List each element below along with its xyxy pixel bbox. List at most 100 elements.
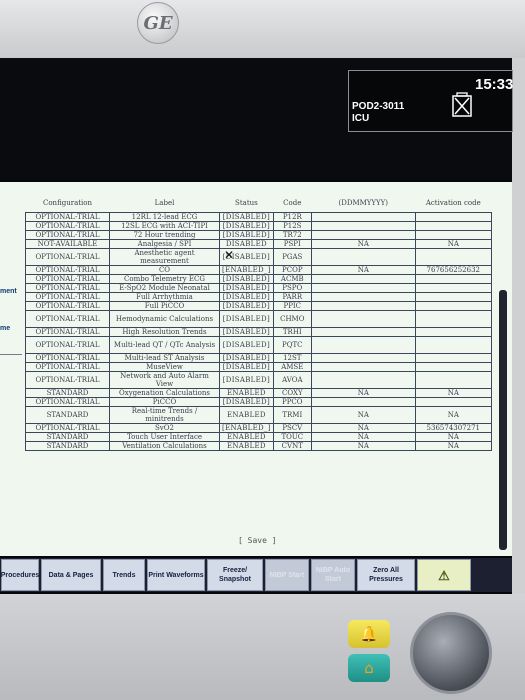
patient-info-box[interactable]: POD2-3011 ICU 15:33 [348, 70, 513, 132]
softkey[interactable]: Data & Pages [41, 559, 101, 591]
cell-expiry[interactable]: NA [310, 265, 416, 275]
side-menu-divider [0, 354, 22, 355]
cell-activation[interactable]: 767656252632 [414, 265, 492, 275]
cell-status: [DISABLED] [219, 274, 274, 284]
cell-expiry[interactable] [310, 292, 416, 302]
table-row[interactable]: OPTIONAL-TRIAL Full PiCCO [DISABLED] PPIC [25, 301, 492, 311]
softkey[interactable]: Print Waveforms [147, 559, 205, 591]
cursor-x-icon: ✕ [224, 248, 235, 262]
softkey[interactable]: NIBP Start [265, 559, 309, 591]
cell-expiry[interactable] [310, 362, 416, 372]
col-header-code: Code [273, 194, 312, 213]
table-row[interactable]: STANDARD Oxygenation Calculations ENABLED C… [25, 388, 492, 398]
softkey[interactable]: Freeze/ Snapshot [207, 559, 263, 591]
cell-expiry[interactable]: NA [310, 388, 416, 398]
cell-activation[interactable] [414, 221, 492, 231]
table-row[interactable]: OPTIONAL-TRIAL Anesthetic agent measureme… [25, 248, 492, 266]
trim-knob[interactable] [410, 612, 492, 694]
table-row[interactable]: OPTIONAL-TRIAL Multi-lead ST Analysis [DIS… [25, 353, 492, 363]
cell-expiry[interactable]: NA [310, 239, 416, 249]
table-row[interactable]: OPTIONAL-TRIAL Multi-lead QT / QTc Analys… [25, 336, 492, 354]
cell-activation[interactable] [414, 327, 492, 337]
cell-expiry[interactable] [310, 371, 416, 389]
cell-expiry[interactable] [310, 248, 416, 266]
cell-expiry[interactable] [310, 301, 416, 311]
softkey[interactable]: Trends [103, 559, 145, 591]
cell-activation[interactable] [414, 212, 492, 222]
side-menu-item[interactable]: me [0, 325, 10, 332]
cell-activation[interactable] [414, 397, 492, 407]
cell-activation[interactable]: NA [414, 441, 492, 451]
softkey[interactable]: ⚠ [417, 559, 471, 591]
softkey[interactable]: NIBP Auto Start [311, 559, 355, 591]
cell-activation[interactable]: NA [414, 388, 492, 398]
scrollbar[interactable] [499, 290, 507, 550]
cell-expiry[interactable] [310, 397, 416, 407]
table-row[interactable]: OPTIONAL-TRIAL High Resolution Trends [DIS… [25, 327, 492, 337]
cell-code: PPCO [272, 397, 312, 407]
cell-expiry[interactable]: NA [310, 432, 416, 442]
cell-status: [DISABLED] [219, 371, 274, 389]
cell-label: PiCCO [109, 397, 220, 407]
table-row[interactable]: OPTIONAL-TRIAL PiCCO [DISABLED] PPCO [25, 397, 492, 407]
softkey[interactable]: Procedures [1, 559, 39, 591]
cell-expiry[interactable] [310, 212, 416, 222]
table-row[interactable]: OPTIONAL-TRIAL Network and Auto Alarm Vie… [25, 371, 492, 389]
table-row[interactable]: OPTIONAL-TRIAL E-SpO2 Module Neonatal [DIS… [25, 283, 492, 293]
table-row[interactable]: OPTIONAL-TRIAL 72 Hour trending [DISABLED]… [25, 230, 492, 240]
cell-expiry[interactable] [310, 353, 416, 363]
cell-activation[interactable] [414, 274, 492, 284]
table-row[interactable]: OPTIONAL-TRIAL Full Arrhythmia [DISABLED] P… [25, 292, 492, 302]
cell-activation[interactable]: 536574307271 [414, 423, 492, 433]
cell-activation[interactable]: NA [414, 406, 492, 424]
cell-status: [ENABLED_] [219, 265, 274, 275]
table-row[interactable]: OPTIONAL-TRIAL MuseView [DISABLED] AMSE [25, 362, 492, 372]
cell-activation[interactable] [414, 292, 492, 302]
cell-activation[interactable] [414, 336, 492, 354]
cell-activation[interactable] [414, 371, 492, 389]
cell-expiry[interactable] [310, 221, 416, 231]
cell-activation[interactable] [414, 248, 492, 266]
cell-status: [DISABLED] [219, 301, 274, 311]
cell-activation[interactable] [414, 362, 492, 372]
cell-label: Analgesia / SPI [109, 239, 220, 249]
cell-activation[interactable] [414, 230, 492, 240]
cell-activation[interactable] [414, 283, 492, 293]
cell-config: STANDARD [25, 432, 110, 442]
side-menu-item[interactable]: ment [0, 288, 17, 295]
cell-status: ENABLED [219, 388, 274, 398]
cell-expiry[interactable]: NA [310, 423, 416, 433]
cell-expiry[interactable]: NA [310, 406, 416, 424]
cell-expiry[interactable] [310, 336, 416, 354]
save-button[interactable]: [ Save ] [238, 536, 277, 545]
table-row[interactable]: OPTIONAL-TRIAL Combo Telemetry ECG [DISABL… [25, 274, 492, 284]
table-row[interactable]: OPTIONAL-TRIAL Hemodynamic Calculations [D… [25, 310, 492, 328]
alarm-silence-button[interactable]: 🔔 [348, 620, 390, 648]
table-row[interactable]: STANDARD Real-time Trends / minitrends ENA… [25, 406, 492, 424]
cell-activation[interactable] [414, 301, 492, 311]
home-button[interactable]: ⌂ [348, 654, 390, 682]
cell-code: AVOA [272, 371, 312, 389]
cell-activation[interactable]: NA [414, 432, 492, 442]
unit-name: ICU [352, 113, 370, 124]
cell-activation[interactable] [414, 353, 492, 363]
cell-code: P12S [272, 221, 312, 231]
cell-expiry[interactable] [310, 283, 416, 293]
cell-expiry[interactable] [310, 274, 416, 284]
table-body: OPTIONAL-TRIAL 12RL 12-lead ECG [DISABLED]… [25, 212, 492, 451]
cell-expiry[interactable] [310, 327, 416, 337]
table-row[interactable]: OPTIONAL-TRIAL SvO2 [ENABLED_] PSCV NA 536574… [25, 423, 492, 433]
cell-expiry[interactable] [310, 230, 416, 240]
cell-expiry[interactable]: NA [310, 441, 416, 451]
table-row[interactable]: OPTIONAL-TRIAL 12RL 12-lead ECG [DISABLED]… [25, 212, 492, 222]
cell-activation[interactable]: NA [414, 239, 492, 249]
cell-config: OPTIONAL-TRIAL [25, 397, 110, 407]
softkey[interactable]: Zero All Pressures [357, 559, 415, 591]
table-row[interactable]: STANDARD Ventilation Calculations ENABLED C… [25, 441, 492, 451]
table-row[interactable]: OPTIONAL-TRIAL 12SL ECG with ACI-TIPI [DIS… [25, 221, 492, 231]
table-row[interactable]: NOT-AVAILABLE Analgesia / SPI DISABLED PSPI… [25, 239, 492, 249]
cell-expiry[interactable] [310, 310, 416, 328]
cell-activation[interactable] [414, 310, 492, 328]
table-row[interactable]: OPTIONAL-TRIAL CO [ENABLED_] PCOP NA 76765625… [25, 265, 492, 275]
table-row[interactable]: STANDARD Touch User Interface ENABLED TOUC N… [25, 432, 492, 442]
